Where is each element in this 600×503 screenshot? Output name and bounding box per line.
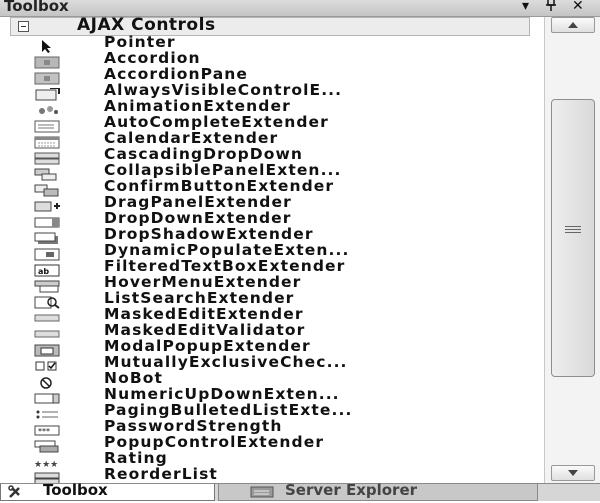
cascading-dropdown-icon [32, 150, 62, 165]
accordion-icon [32, 54, 62, 69]
modal-popup-icon [32, 342, 62, 357]
toolbox-icon [7, 485, 35, 503]
toolbox-item[interactable]: ★★★ Rating [0, 449, 544, 470]
toolbox-item[interactable]: Pointer [0, 33, 544, 53]
confirm-button-icon [32, 182, 62, 197]
tab-toolbox[interactable]: Toolbox [0, 481, 215, 503]
autocomplete-icon [32, 118, 62, 133]
drag-panel-icon [32, 198, 62, 212]
svg-text:ab: ab [38, 267, 49, 276]
svg-text:***: *** [38, 427, 50, 436]
scroll-up-arrow-icon [568, 22, 578, 28]
close-icon[interactable]: ✕ [572, 0, 584, 14]
accordion-pane-icon [32, 70, 62, 85]
toolbox-item[interactable]: Accordion [0, 49, 544, 69]
toolbox-item[interactable]: PopupControlExtender [0, 433, 544, 453]
scroll-down-button[interactable] [551, 465, 595, 481]
grip-line [565, 229, 581, 230]
tab-server-explorer-label: Server Explorer [285, 481, 418, 499]
paging-bulleted-icon [32, 406, 62, 419]
password-strength-icon: *** [32, 422, 62, 436]
tab-server-explorer[interactable]: Server Explorer [218, 481, 538, 503]
dynamic-populate-icon [32, 246, 62, 261]
grip-line [565, 226, 581, 227]
toolbox-title-bar: Toolbox ▾ ✕ [0, 0, 600, 17]
filtered-textbox-icon: ab [32, 262, 62, 277]
scroll-down-arrow-icon [568, 470, 578, 476]
toolbox-item[interactable]: MutuallyExclusiveChec... [0, 353, 544, 373]
bottom-tab-bar: Toolbox Server Explorer [0, 481, 600, 503]
nobot-icon [32, 374, 62, 389]
vertical-scrollbar[interactable] [544, 17, 600, 483]
collapsible-panel-icon [32, 166, 62, 181]
dropdown-icon [32, 214, 62, 228]
masked-edit-icon [32, 310, 62, 323]
mutually-exclusive-icon [32, 358, 62, 371]
grip-line [565, 232, 581, 233]
drop-shadow-icon [32, 230, 62, 244]
dropdown-arrow-icon[interactable]: ▾ [522, 0, 529, 14]
server-explorer-icon [249, 485, 277, 503]
popup-control-icon [32, 438, 62, 453]
group-header-ajax-controls[interactable]: AJAX Controls [10, 17, 530, 36]
pointer-icon [32, 38, 62, 53]
hover-menu-icon [32, 278, 62, 293]
tab-toolbox-label: Toolbox [43, 481, 108, 499]
toolbox-tree: AJAX Controls Pointer Accordion AccordionP… [0, 17, 544, 483]
collapse-minus-icon[interactable] [18, 21, 29, 32]
toolbox-item-label: ReorderList [104, 465, 218, 483]
masked-validator-icon [32, 326, 62, 339]
toolbox-items: Pointer Accordion AccordionPane AlwaysVisib… [0, 33, 544, 483]
window-title: Toolbox [4, 0, 69, 15]
pin-icon[interactable] [545, 0, 557, 16]
svg-text:★★★: ★★★ [34, 460, 58, 469]
numeric-updown-icon [32, 390, 62, 404]
list-search-icon [32, 294, 62, 309]
calendar-icon [32, 134, 62, 149]
animation-icon [32, 102, 62, 115]
always-visible-icon [32, 86, 62, 101]
scroll-up-button[interactable] [551, 17, 595, 33]
scroll-thumb[interactable] [551, 99, 595, 377]
rating-icon: ★★★ [32, 454, 62, 470]
